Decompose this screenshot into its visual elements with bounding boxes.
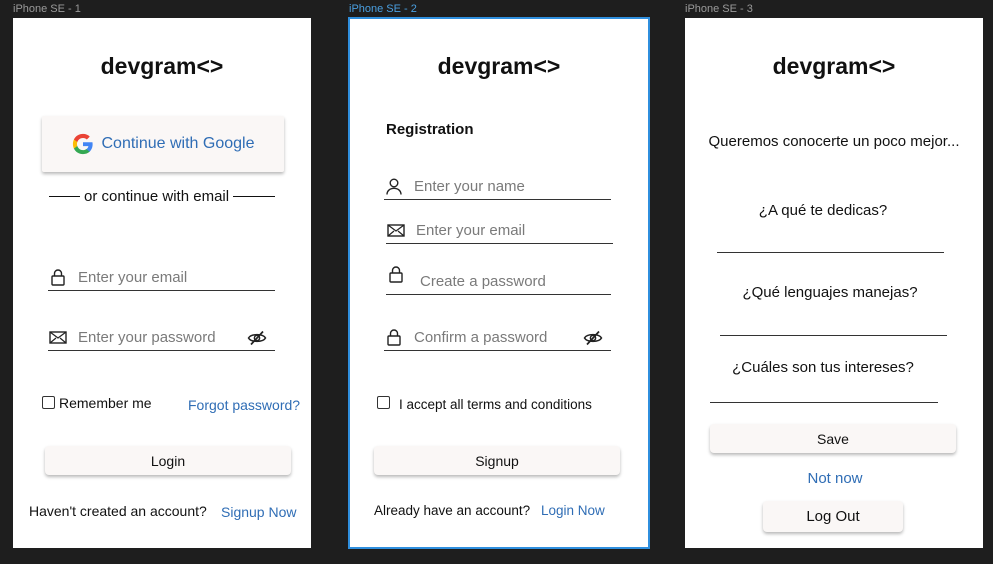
google-icon (72, 133, 94, 155)
brand-logo: devgram<> (772, 53, 896, 79)
eye-slash-icon[interactable] (583, 328, 603, 348)
login-button[interactable]: Login (45, 446, 291, 475)
answer-interests-line[interactable] (710, 402, 938, 403)
login-now-link[interactable]: Login Now (541, 503, 605, 518)
signup-now-link[interactable]: Signup Now (221, 504, 297, 520)
logout-button[interactable]: Log Out (763, 501, 903, 532)
answer-languages-line[interactable] (720, 335, 947, 336)
intro-text: Queremos conocerte un poco mejor... (708, 133, 960, 150)
login-password-field[interactable] (48, 325, 275, 351)
frame-label-1: iPhone SE - 1 (13, 3, 81, 15)
login-email-field[interactable] (48, 265, 275, 291)
profile-screen: devgram<> Queremos conocerte un poco mej… (685, 18, 983, 548)
google-signin-label: Continue with Google (101, 135, 255, 152)
register-email-input[interactable] (416, 222, 613, 239)
lock-icon (386, 264, 406, 284)
google-signin-button[interactable]: Continue with Google (42, 116, 284, 172)
name-input[interactable] (414, 178, 611, 195)
question-languages: ¿Qué lenguajes manejas? (742, 284, 918, 301)
confirm-password-field[interactable] (384, 325, 611, 351)
login-email-input[interactable] (78, 269, 275, 286)
question-interests: ¿Cuáles son tus intereses? (732, 359, 914, 376)
have-account-text: Already have an account? (374, 503, 531, 518)
divider-line-left (49, 196, 80, 197)
envelope-icon (48, 328, 68, 348)
brand-logo: devgram<> (100, 53, 224, 79)
eye-slash-icon[interactable] (247, 328, 267, 348)
user-icon (384, 177, 404, 197)
name-field[interactable] (384, 174, 611, 200)
save-button[interactable]: Save (710, 424, 956, 453)
frame-label-3: iPhone SE - 3 (685, 3, 753, 15)
create-password-field[interactable] (386, 265, 611, 295)
create-password-input[interactable] (420, 272, 611, 290)
lock-icon (48, 268, 68, 288)
remember-me-label: Remember me (59, 395, 152, 411)
frame-label-2: iPhone SE - 2 (349, 3, 417, 15)
forgot-password-link[interactable]: Forgot password? (188, 397, 300, 413)
envelope-icon (386, 221, 406, 241)
no-account-text: Haven't created an account? (29, 503, 207, 519)
question-occupation: ¿A qué te dedicas? (758, 202, 888, 219)
divider-text: or continue with email (84, 188, 230, 205)
registration-screen: devgram<> Registration I accept all term… (348, 17, 650, 549)
registration-heading: Registration (386, 121, 474, 138)
divider-line-right (233, 196, 275, 197)
login-screen: devgram<> Continue with Google or contin… (13, 18, 311, 548)
not-now-link[interactable]: Not now (685, 470, 985, 487)
terms-label: I accept all terms and conditions (399, 397, 592, 412)
terms-checkbox[interactable] (377, 396, 390, 409)
login-password-input[interactable] (78, 329, 247, 346)
brand-logo: devgram<> (437, 53, 561, 79)
remember-me-checkbox[interactable] (42, 396, 55, 409)
register-email-field[interactable] (386, 218, 613, 244)
confirm-password-input[interactable] (414, 329, 583, 346)
email-divider: or continue with email (49, 188, 275, 205)
answer-occupation-line[interactable] (717, 252, 944, 253)
signup-button[interactable]: Signup (374, 446, 620, 475)
lock-icon (384, 328, 404, 348)
